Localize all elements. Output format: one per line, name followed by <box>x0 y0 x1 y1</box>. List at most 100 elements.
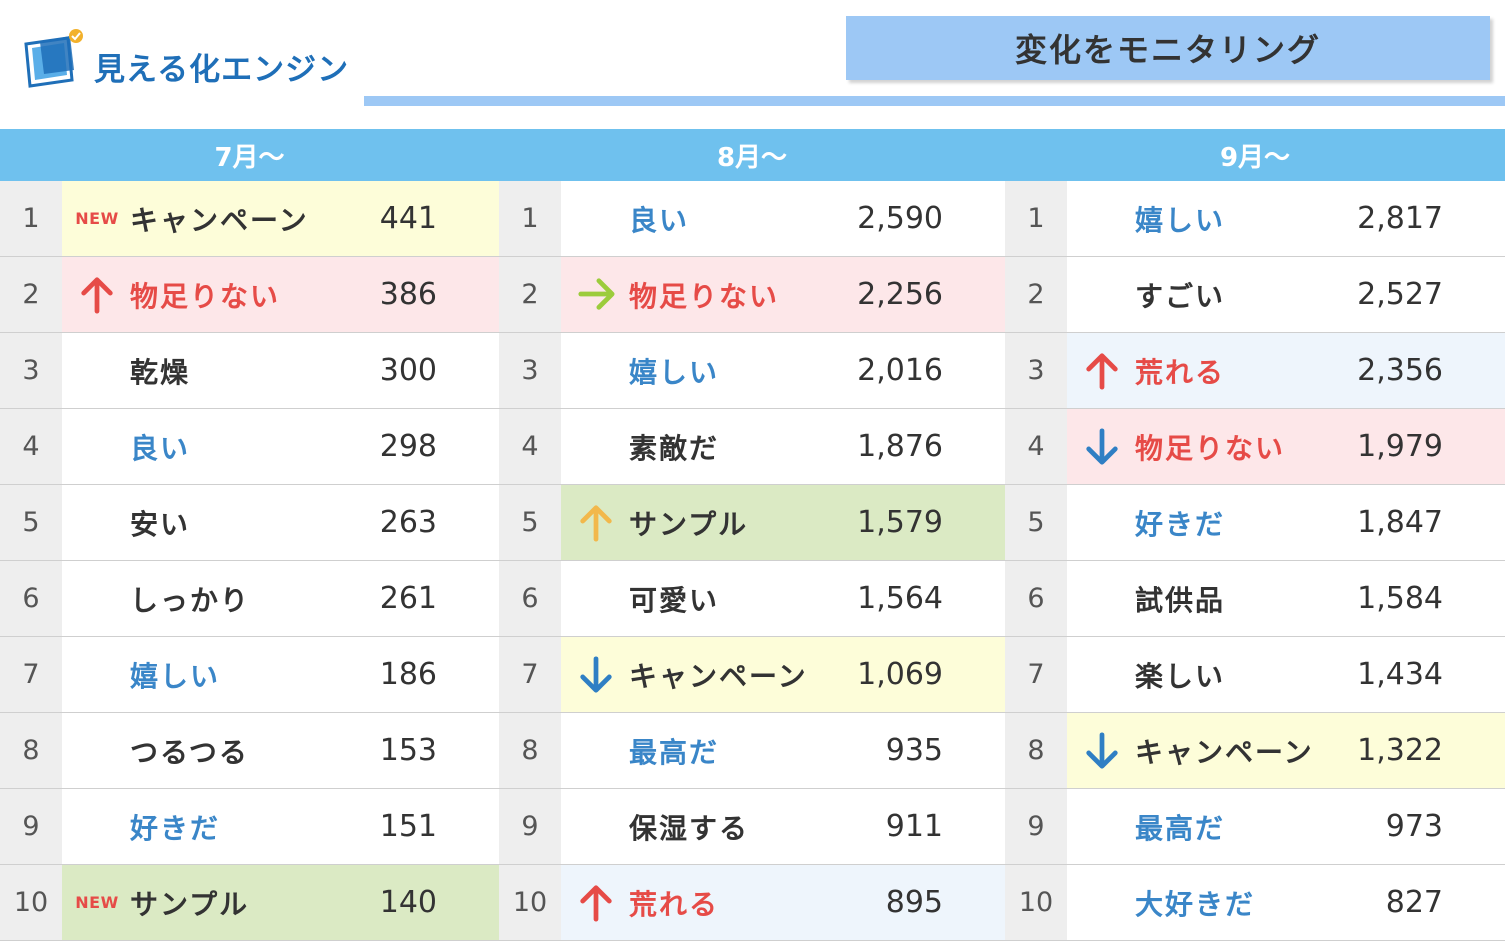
rank-number: 4 <box>499 409 561 484</box>
table-row: 6 可愛い 1,564 <box>499 561 1005 637</box>
rank-number: 4 <box>0 409 62 484</box>
item-cell: 物足りない 386 <box>62 257 499 332</box>
arrow-down-icon <box>1081 713 1123 788</box>
rank-number: 6 <box>1005 561 1067 636</box>
table-row: 4 素敵だ 1,876 <box>499 409 1005 485</box>
rank-number: 1 <box>499 181 561 256</box>
item-cell: 楽しい 1,434 <box>1067 637 1505 712</box>
keyword-count: 2,590 <box>857 201 943 236</box>
table-row: 2 物足りない 2,256 <box>499 257 1005 333</box>
keyword-count: 140 <box>379 885 437 920</box>
arrow-down-icon <box>575 637 617 712</box>
item-cell: 最高だ 935 <box>561 713 1005 788</box>
keyword-count: 298 <box>379 429 437 464</box>
rank-number: 9 <box>0 789 62 864</box>
keyword-count: 1,876 <box>857 429 943 464</box>
keyword: 物足りない <box>1135 431 1286 465</box>
column-header: 8月〜 <box>499 129 1005 181</box>
rank-number: 10 <box>0 865 62 940</box>
keyword: しっかり <box>130 583 251 617</box>
table-row: 5 サンプル 1,579 <box>499 485 1005 561</box>
rank-number: 2 <box>1005 257 1067 332</box>
keyword-count: 895 <box>885 885 943 920</box>
month-column-2: 8月〜 1 良い 2,590 2 物足りない 2,256 3 嬉しい 2,016 4 素敵だ 1,876… <box>499 129 1005 941</box>
keyword: キャンペーン <box>1135 735 1314 769</box>
ranking-table: 7月〜 1 NEW キャンペーン 441 2 物足りない 386 3 乾燥 300 4 良い 298 5 安い… <box>0 129 1505 941</box>
keyword-count: 1,564 <box>857 581 943 616</box>
keyword-count: 186 <box>379 657 437 692</box>
rank-number: 10 <box>499 865 561 940</box>
keyword: 保湿する <box>629 811 750 845</box>
item-cell: 荒れる 895 <box>561 865 1005 940</box>
table-row: 8 最高だ 935 <box>499 713 1005 789</box>
item-cell: 嬉しい 2,817 <box>1067 181 1505 256</box>
title-underline <box>364 96 1505 106</box>
item-cell: つるつる 153 <box>62 713 499 788</box>
rank-number: 5 <box>1005 485 1067 560</box>
table-row: 4 良い 298 <box>0 409 499 485</box>
rank-number: 3 <box>1005 333 1067 408</box>
table-row: 9 好きだ 151 <box>0 789 499 865</box>
keyword: 物足りない <box>629 279 780 313</box>
keyword: 物足りない <box>130 279 281 313</box>
table-row: 8 キャンペーン 1,322 <box>1005 713 1505 789</box>
keyword-count: 935 <box>885 733 943 768</box>
table-row: 10 荒れる 895 <box>499 865 1005 941</box>
keyword-count: 1,434 <box>1357 657 1443 692</box>
keyword: 良い <box>629 203 690 237</box>
arrow-up-icon <box>575 485 617 560</box>
rank-number: 4 <box>1005 409 1067 484</box>
rank-number: 9 <box>499 789 561 864</box>
item-cell: 嬉しい 2,016 <box>561 333 1005 408</box>
keyword: サンプル <box>629 507 749 541</box>
keyword: 試供品 <box>1135 583 1226 617</box>
item-cell: 乾燥 300 <box>62 333 499 408</box>
item-cell: 安い 263 <box>62 485 499 560</box>
keyword: 最高だ <box>1135 811 1226 845</box>
keyword-count: 973 <box>1385 809 1443 844</box>
new-badge: NEW <box>75 865 118 940</box>
table-row: 1 嬉しい 2,817 <box>1005 181 1505 257</box>
item-cell: 大好きだ 827 <box>1067 865 1505 940</box>
keyword: 荒れる <box>629 887 720 921</box>
item-cell: 保湿する 911 <box>561 789 1005 864</box>
keyword-count: 1,847 <box>1357 505 1443 540</box>
rank-number: 10 <box>1005 865 1067 940</box>
keyword: サンプル <box>130 887 250 921</box>
arrow-down-icon <box>1081 409 1123 484</box>
keyword: すごい <box>1135 279 1226 313</box>
table-row: 1 NEW キャンペーン 441 <box>0 181 499 257</box>
keyword: 好きだ <box>130 811 221 845</box>
keyword: キャンペーン <box>629 659 808 693</box>
table-row: 9 最高だ 973 <box>1005 789 1505 865</box>
item-cell: 試供品 1,584 <box>1067 561 1505 636</box>
keyword: 素敵だ <box>629 431 720 465</box>
table-row: 7 キャンペーン 1,069 <box>499 637 1005 713</box>
rank-number: 7 <box>0 637 62 712</box>
item-cell: すごい 2,527 <box>1067 257 1505 332</box>
table-row: 5 安い 263 <box>0 485 499 561</box>
keyword-count: 386 <box>379 277 437 312</box>
keyword: キャンペーン <box>130 203 309 237</box>
keyword-count: 1,584 <box>1357 581 1443 616</box>
item-cell: 荒れる 2,356 <box>1067 333 1505 408</box>
keyword-count: 151 <box>379 809 437 844</box>
table-row: 2 物足りない 386 <box>0 257 499 333</box>
table-row: 6 しっかり 261 <box>0 561 499 637</box>
keyword-count: 2,356 <box>1357 353 1443 388</box>
keyword-count: 300 <box>379 353 437 388</box>
arrow-up-icon <box>1081 333 1123 408</box>
rank-number: 5 <box>499 485 561 560</box>
keyword-count: 261 <box>379 581 437 616</box>
item-cell: 最高だ 973 <box>1067 789 1505 864</box>
keyword-count: 263 <box>379 505 437 540</box>
keyword: 荒れる <box>1135 355 1226 389</box>
keyword-count: 2,527 <box>1357 277 1443 312</box>
keyword: 嬉しい <box>130 659 221 693</box>
keyword-count: 1,069 <box>857 657 943 692</box>
rank-number: 1 <box>1005 181 1067 256</box>
keyword-count: 1,322 <box>1357 733 1443 768</box>
keyword: 安い <box>130 507 191 541</box>
item-cell: NEW キャンペーン 441 <box>62 181 499 256</box>
table-row: 8 つるつる 153 <box>0 713 499 789</box>
